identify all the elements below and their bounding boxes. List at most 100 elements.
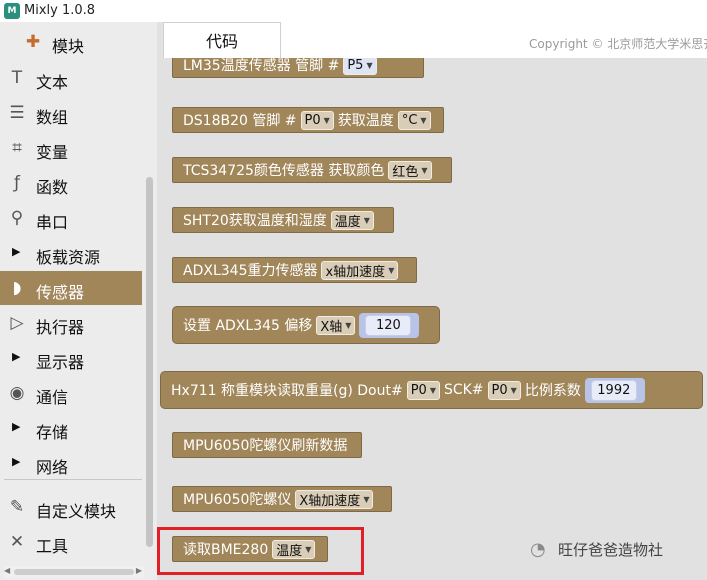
category-actuator[interactable]: ▷ 执行器 bbox=[0, 306, 142, 340]
caret-right-icon: ▶ bbox=[12, 420, 21, 433]
block-text: 比例系数 bbox=[524, 383, 581, 399]
block-text: 设置 ADXL345 偏移 bbox=[183, 318, 313, 334]
measure-dropdown[interactable]: 温度 ▼ bbox=[330, 210, 374, 230]
unit-dropdown[interactable]: °C ▼ bbox=[397, 110, 431, 130]
category-communication[interactable]: ◉ 通信 bbox=[0, 376, 142, 410]
category-sidebar: ✚ 模块 T 文本 ☰ 数组 ⌗ 变量 ƒ 函数 ⚲ 串口 ▶ 板载资源 ◗ 传… bbox=[0, 22, 157, 580]
category-text[interactable]: T 文本 bbox=[0, 61, 142, 95]
category-custom-module[interactable]: ✎ 自定义模块 bbox=[0, 490, 142, 524]
block-text: SCK# bbox=[443, 382, 484, 398]
scroll-left-icon[interactable]: ◀ bbox=[4, 566, 10, 575]
category-label: 通信 bbox=[36, 388, 69, 407]
wechat-icon: ◔ bbox=[530, 538, 546, 560]
dropdown-arrow-icon: ▼ bbox=[363, 494, 370, 504]
block-text: MPU6050陀螺仪 bbox=[183, 492, 292, 508]
axis-dropdown[interactable]: X轴加速度 ▼ bbox=[295, 489, 374, 509]
category-function[interactable]: ƒ 函数 bbox=[0, 166, 142, 200]
category-variable[interactable]: ⌗ 变量 bbox=[0, 131, 142, 165]
number-input-block[interactable]: 120 bbox=[359, 312, 420, 338]
category-label: 执行器 bbox=[36, 318, 85, 337]
sck-pin-dropdown[interactable]: P0 ▼ bbox=[487, 380, 521, 400]
sidebar-vertical-scrollbar[interactable] bbox=[143, 22, 156, 567]
category-label: 模块 bbox=[52, 37, 85, 56]
category-sensor[interactable]: ◗ 传感器 bbox=[0, 271, 142, 305]
category-display[interactable]: ▶ 显示器 bbox=[0, 341, 142, 375]
sensor-icon: ◗ bbox=[12, 278, 22, 298]
dropdown-arrow-icon: ▼ bbox=[421, 165, 428, 175]
text-icon: T bbox=[11, 68, 23, 88]
dropdown-arrow-icon: ▼ bbox=[363, 215, 370, 225]
axis-dropdown[interactable]: x轴加速度 ▼ bbox=[321, 260, 399, 280]
actuator-icon: ▷ bbox=[10, 313, 24, 333]
category-network[interactable]: ▶ 网络 bbox=[0, 446, 142, 480]
category-board-resources[interactable]: ▶ 板载资源 bbox=[0, 236, 142, 270]
category-array[interactable]: ☰ 数组 bbox=[0, 96, 142, 130]
scrollbar-thumb[interactable] bbox=[146, 177, 153, 547]
block-text: DS18B20 管脚 # bbox=[183, 113, 297, 129]
dropdown-arrow-icon: ▼ bbox=[420, 115, 427, 125]
dropdown-arrow-icon: ▼ bbox=[366, 60, 373, 70]
category-label: 函数 bbox=[36, 178, 69, 197]
dropdown-arrow-icon: ▼ bbox=[388, 265, 395, 275]
mixly-logo-icon: M bbox=[4, 3, 20, 19]
sidebar-horizontal-scrollbar[interactable]: ◀ ▶ bbox=[4, 566, 144, 578]
block-sht20[interactable]: SHT20获取温度和湿度 温度 ▼ bbox=[172, 207, 394, 233]
category-module[interactable]: ✚ 模块 bbox=[0, 25, 142, 59]
category-label: 数组 bbox=[36, 108, 69, 127]
block-text: MPU6050陀螺仪刷新数据 bbox=[183, 438, 348, 454]
dropdown-value: X轴加速度 bbox=[299, 493, 361, 509]
pin-dropdown[interactable]: P0 ▼ bbox=[300, 110, 334, 130]
number-input-block[interactable]: 1992 bbox=[584, 377, 645, 403]
pin-dropdown[interactable]: P5 ▼ bbox=[343, 55, 377, 75]
category-serial[interactable]: ⚲ 串口 bbox=[0, 201, 142, 235]
block-tcs34725[interactable]: TCS34725颜色传感器 获取颜色 红色 ▼ bbox=[172, 157, 452, 183]
block-adxl345[interactable]: ADXL345重力传感器 x轴加速度 ▼ bbox=[172, 257, 417, 283]
tab-code[interactable]: 代码 bbox=[163, 22, 281, 58]
category-label: 存储 bbox=[36, 423, 69, 442]
block-ds18b20[interactable]: DS18B20 管脚 # P0 ▼ 获取温度 °C ▼ bbox=[172, 107, 444, 133]
category-tools[interactable]: ✕ 工具 bbox=[0, 525, 142, 559]
block-mpu6050[interactable]: MPU6050陀螺仪 X轴加速度 ▼ bbox=[172, 486, 392, 512]
watermark-text: 旺仔爸爸造物社 bbox=[558, 541, 664, 559]
copyright-text: Copyright © 北京师范大学米思齐 bbox=[529, 37, 707, 51]
list-icon: ☰ bbox=[9, 103, 25, 123]
category-label: 工具 bbox=[36, 537, 69, 556]
caret-right-icon: ▶ bbox=[12, 245, 21, 258]
offset-value[interactable]: 120 bbox=[365, 314, 412, 336]
puzzle-icon: ✚ bbox=[25, 32, 41, 52]
block-mpu6050-refresh[interactable]: MPU6050陀螺仪刷新数据 bbox=[172, 432, 362, 458]
dropdown-arrow-icon: ▼ bbox=[345, 320, 352, 330]
category-label: 文本 bbox=[36, 73, 69, 92]
title-bar: M Mixly 1.0.8 bbox=[0, 0, 707, 22]
highlight-box bbox=[157, 527, 364, 575]
caret-right-icon: ▶ bbox=[12, 350, 21, 363]
scrollbar-thumb[interactable] bbox=[14, 569, 134, 575]
dropdown-value: P0 bbox=[410, 382, 427, 398]
scale-factor-value[interactable]: 1992 bbox=[590, 379, 637, 401]
color-dropdown[interactable]: 红色 ▼ bbox=[388, 160, 432, 180]
dout-pin-dropdown[interactable]: P0 ▼ bbox=[406, 380, 440, 400]
category-label: 网络 bbox=[36, 458, 69, 477]
dropdown-value: X轴 bbox=[320, 319, 343, 335]
watermark: ◔ 旺仔爸爸造物社 bbox=[530, 539, 663, 560]
category-storage[interactable]: ▶ 存储 bbox=[0, 411, 142, 445]
category-label: 传感器 bbox=[36, 283, 85, 302]
block-text: SHT20获取温度和湿度 bbox=[183, 213, 327, 229]
block-text: ADXL345重力传感器 bbox=[183, 263, 318, 279]
block-adxl345-offset[interactable]: 设置 ADXL345 偏移 X轴 ▼ 120 bbox=[172, 306, 440, 344]
block-hx711[interactable]: Hx711 称重模块读取重量(g) Dout# P0 ▼ SCK# P0 ▼ 比例系… bbox=[160, 371, 703, 409]
sidebar-divider bbox=[4, 479, 142, 480]
block-text: TCS34725颜色传感器 获取颜色 bbox=[183, 163, 385, 179]
window-title: Mixly 1.0.8 bbox=[24, 3, 96, 18]
category-label: 显示器 bbox=[36, 353, 85, 372]
signal-icon: ◉ bbox=[9, 383, 25, 403]
dropdown-arrow-icon: ▼ bbox=[429, 385, 436, 395]
variable-icon: ⌗ bbox=[12, 138, 22, 158]
category-label: 自定义模块 bbox=[36, 502, 117, 521]
scroll-right-icon[interactable]: ▶ bbox=[136, 566, 142, 575]
category-label: 串口 bbox=[36, 213, 69, 232]
block-text: Hx711 称重模块读取重量(g) Dout# bbox=[171, 383, 403, 399]
axis-dropdown[interactable]: X轴 ▼ bbox=[316, 315, 356, 335]
dropdown-value: P0 bbox=[304, 112, 321, 128]
block-text: 获取温度 bbox=[337, 113, 394, 129]
